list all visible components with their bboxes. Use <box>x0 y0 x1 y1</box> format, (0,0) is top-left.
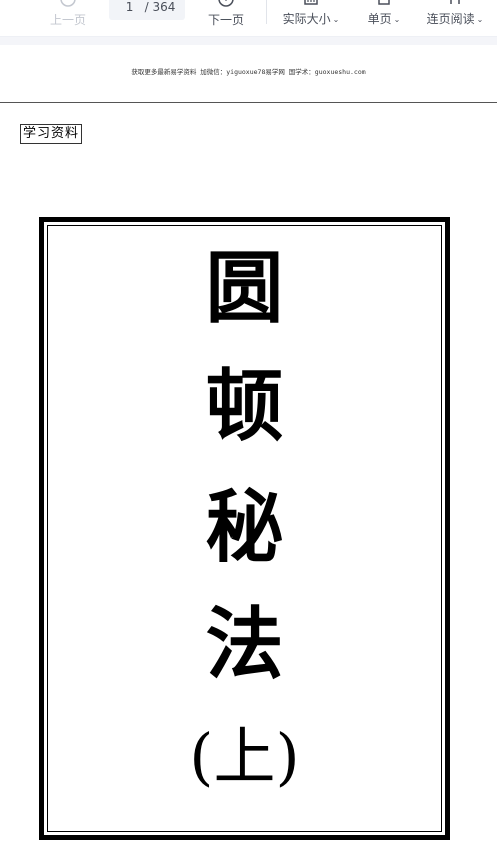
toolbar-divider <box>266 0 267 24</box>
prev-page-label: 上一页 <box>49 13 86 27</box>
total-pages: / 364 <box>144 0 176 14</box>
book-cover: 圆 顿 秘 法 (上) <box>39 217 450 840</box>
continuous-reading-icon <box>450 0 460 4</box>
prev-page-button[interactable]: 上一页 <box>46 0 90 36</box>
page-indicator: 1 / 364 <box>109 0 185 20</box>
cover-title-char: 秘 <box>205 482 284 573</box>
cover-title-char: 法 <box>205 599 284 690</box>
actual-size-button[interactable]: 实际大小 ⌄ <box>278 0 344 36</box>
continuous-reading-button[interactable]: 连页阅读 ⌄ <box>423 0 487 36</box>
cover-volume-label: (上) <box>189 720 300 793</box>
page-header-note: 获取更多最新易学资料 加微信：yiguoxue78易学网 国学术：guoxues… <box>131 68 366 76</box>
cover-title-char: 圆 <box>205 243 284 334</box>
actual-size-label: 实际大小 <box>282 12 331 26</box>
chevron-down-icon: ⌄ <box>332 15 340 24</box>
next-page-icon <box>218 0 234 7</box>
chevron-down-icon: ⌄ <box>393 15 401 24</box>
prev-page-icon <box>60 0 76 7</box>
study-material-tag: 学习资料 <box>20 124 83 144</box>
single-page-icon <box>378 0 390 5</box>
next-page-button[interactable]: 下一页 <box>204 0 248 36</box>
single-page-label: 单页 <box>367 12 392 26</box>
next-page-label: 下一页 <box>207 13 244 27</box>
continuous-reading-label: 连页阅读 <box>426 12 475 26</box>
toolbar-shadow-strip <box>0 37 497 45</box>
cover-inner-border: 圆 顿 秘 法 (上) <box>47 225 442 832</box>
current-page-input[interactable]: 1 <box>119 0 141 14</box>
actual-size-icon <box>304 0 318 5</box>
reader-toolbar: 上一页 1 / 364 下一页 实际大小 ⌄ 单页 ⌄ 连页阅读 ⌄ <box>0 0 497 37</box>
single-page-button[interactable]: 单页 ⌄ <box>362 0 406 36</box>
cover-title-char: 顿 <box>205 361 284 452</box>
chevron-down-icon: ⌄ <box>476 15 484 24</box>
header-rule <box>0 102 497 103</box>
